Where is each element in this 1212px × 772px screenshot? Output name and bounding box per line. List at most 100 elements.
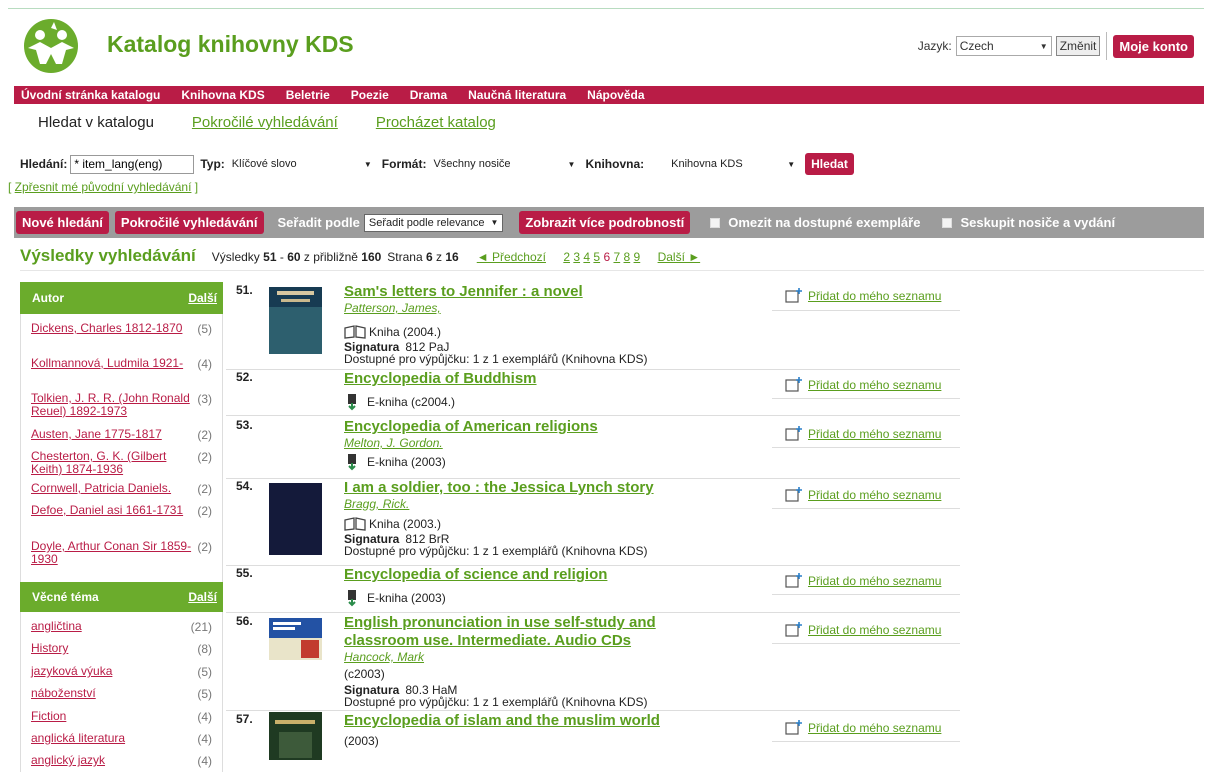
facet-item[interactable]: anglický jazyk (4) bbox=[21, 754, 222, 768]
change-language-button[interactable]: Změnit bbox=[1055, 36, 1101, 56]
facet-item[interactable]: Austen, Jane 1775-1817 (2) bbox=[21, 428, 222, 450]
new-search-button[interactable]: Nové hledání bbox=[16, 211, 109, 234]
next-page-link[interactable]: Další ► bbox=[658, 250, 701, 264]
page-link[interactable]: 4 bbox=[583, 250, 590, 264]
add-list-icon bbox=[785, 426, 802, 441]
tab-search-catalog[interactable]: Hledat v katalogu bbox=[38, 114, 154, 131]
nav-poetry[interactable]: Poezie bbox=[351, 88, 389, 102]
search-submit-button[interactable]: Hledat bbox=[805, 153, 854, 175]
facet-item[interactable]: Dickens, Charles 1812-1870 (5) bbox=[21, 322, 222, 357]
divider bbox=[20, 270, 1204, 271]
result-format: (c2003) bbox=[344, 667, 385, 681]
advanced-search-button[interactable]: Pokročilé vyhledávání bbox=[114, 211, 264, 234]
result-title[interactable]: Encyclopedia of science and religion bbox=[344, 566, 607, 584]
library-select[interactable]: Knihovna KDS ▼ bbox=[647, 155, 799, 174]
sort-value: Seřadit podle relevance bbox=[368, 216, 485, 229]
language-label: Jazyk: bbox=[917, 39, 952, 53]
result-title[interactable]: Encyclopedia of islam and the muslim wor… bbox=[344, 712, 660, 730]
chevron-down-icon: ▼ bbox=[363, 159, 372, 169]
nav-help[interactable]: Nápověda bbox=[587, 88, 644, 102]
library-value: Knihovna KDS bbox=[671, 158, 743, 170]
page-link[interactable]: 2 bbox=[563, 250, 570, 264]
result-author[interactable]: Hancock, Mark bbox=[344, 650, 656, 664]
result-title[interactable]: Encyclopedia of Buddhism bbox=[344, 370, 537, 388]
main-nav: Úvodní stránka katalogu Knihovna KDS Bel… bbox=[14, 86, 1204, 104]
header: Katalog knihovny KDS Jazyk: Czech ▼ Změn… bbox=[14, 14, 1204, 84]
facet-subject-more-link[interactable]: Další bbox=[188, 590, 217, 604]
prev-page-link[interactable]: ◄ Předchozí bbox=[477, 250, 546, 264]
sort-select[interactable]: Seřadit podle relevance ▼ bbox=[363, 213, 504, 232]
result-format: Kniha (2004.) bbox=[344, 325, 648, 339]
ebook-download-icon bbox=[348, 590, 356, 607]
result-author[interactable]: Melton, J. Gordon. bbox=[344, 436, 598, 450]
facet-item[interactable]: Tolkien, J. R. R. (John Ronald Reuel) 18… bbox=[21, 392, 222, 428]
nav-fiction[interactable]: Beletrie bbox=[286, 88, 330, 102]
results-toolbar: Nové hledání Pokročilé vyhledávání Seřad… bbox=[14, 207, 1204, 238]
search-input[interactable] bbox=[70, 154, 195, 174]
book-cover[interactable] bbox=[269, 618, 322, 660]
limit-available-checkbox[interactable] bbox=[710, 217, 721, 228]
book-cover[interactable] bbox=[269, 712, 322, 760]
result-title[interactable]: English pronunciation in use self-study … bbox=[344, 614, 656, 650]
add-to-list-link[interactable]: Přidat do mého seznamu bbox=[784, 425, 941, 441]
result-availability: Dostupné pro výpůjčku: 1 z 1 exemplářů (… bbox=[344, 352, 648, 366]
tab-browse-catalog[interactable]: Procházet katalog bbox=[376, 114, 496, 131]
type-select[interactable]: Klíčové slovo ▼ bbox=[228, 155, 376, 174]
library-logo[interactable] bbox=[20, 18, 82, 74]
add-list-icon bbox=[785, 377, 802, 392]
add-to-list-link[interactable]: Přidat do mého seznamu bbox=[784, 376, 941, 392]
more-details-button[interactable]: Zobrazit více podrobností bbox=[519, 211, 691, 234]
facet-item[interactable]: náboženství (5) bbox=[21, 687, 222, 710]
facet-item[interactable]: Cornwell, Patricia Daniels. (2) bbox=[21, 482, 222, 504]
site-title[interactable]: Katalog knihovny KDS bbox=[107, 31, 354, 58]
ebook-download-icon bbox=[348, 454, 356, 471]
page-link[interactable]: 5 bbox=[593, 250, 600, 264]
facet-item[interactable]: angličtina (21) bbox=[21, 620, 222, 642]
add-list-icon bbox=[785, 288, 802, 303]
result-title[interactable]: I am a soldier, too : the Jessica Lynch … bbox=[344, 479, 654, 497]
format-select[interactable]: Všechny nosiče ▼ bbox=[429, 155, 579, 174]
format-label: Formát: bbox=[381, 157, 427, 171]
add-to-list-link[interactable]: Přidat do mého seznamu bbox=[784, 621, 941, 637]
divider bbox=[1106, 32, 1108, 60]
search-form: Hledání: Typ: Klíčové slovo ▼ Formát: Vš… bbox=[20, 153, 854, 175]
facet-item[interactable]: Fiction (4) bbox=[21, 710, 222, 732]
refine-search-link[interactable]: Zpřesnit mé původní vyhledávání bbox=[15, 180, 192, 194]
result-author[interactable]: Patterson, James, bbox=[344, 301, 648, 315]
result-number: 52. bbox=[236, 370, 253, 384]
add-to-list-link[interactable]: Přidat do mého seznamu bbox=[784, 719, 941, 735]
language-select[interactable]: Czech ▼ bbox=[955, 36, 1052, 56]
page-link[interactable]: 9 bbox=[634, 250, 641, 264]
facet-item[interactable]: Defoe, Daniel asi 1661-1731 (2) bbox=[21, 504, 222, 540]
add-to-list-link[interactable]: Přidat do mého seznamu bbox=[784, 572, 941, 588]
page-link[interactable]: 7 bbox=[613, 250, 620, 264]
tab-advanced-search[interactable]: Pokročilé vyhledávání bbox=[192, 114, 338, 131]
nav-home[interactable]: Úvodní stránka katalogu bbox=[21, 88, 160, 102]
add-to-list-link[interactable]: Přidat do mého seznamu bbox=[784, 486, 941, 502]
add-to-list-link[interactable]: Přidat do mého seznamu bbox=[784, 287, 941, 303]
limit-available-label: Omezit na dostupné exempláře bbox=[728, 215, 921, 230]
group-formats-checkbox[interactable] bbox=[942, 217, 953, 228]
facet-item[interactable]: History (8) bbox=[21, 642, 222, 665]
facet-item[interactable]: anglická literatura (4) bbox=[21, 732, 222, 754]
result-title[interactable]: Sam's letters to Jennifer : a novel bbox=[344, 283, 648, 301]
facet-item[interactable]: Kollmannová, Ludmila 1921- (4) bbox=[21, 357, 222, 392]
result-title[interactable]: Encyclopedia of American religions bbox=[344, 418, 598, 436]
nav-drama[interactable]: Drama bbox=[410, 88, 447, 102]
book-cover[interactable] bbox=[269, 483, 322, 555]
facet-item[interactable]: Chesterton, G. K. (Gilbert Keith) 1874-1… bbox=[21, 450, 222, 482]
book-cover[interactable] bbox=[269, 287, 322, 354]
add-list-icon bbox=[785, 720, 802, 735]
page-link[interactable]: 8 bbox=[624, 250, 631, 264]
my-account-button[interactable]: Moje konto bbox=[1113, 34, 1194, 58]
facet-author-more-link[interactable]: Další bbox=[188, 291, 217, 305]
facet-item[interactable]: jazyková výuka (5) bbox=[21, 665, 222, 687]
result-availability: Dostupné pro výpůjčku: 1 z 1 exemplářů (… bbox=[344, 695, 648, 709]
nav-nonfiction[interactable]: Naučná literatura bbox=[468, 88, 566, 102]
result-author[interactable]: Bragg, Rick. bbox=[344, 497, 654, 511]
query-label: Hledání: bbox=[20, 157, 68, 171]
nav-library-kds[interactable]: Knihovna KDS bbox=[181, 88, 264, 102]
facet-item[interactable]: Doyle, Arthur Conan Sir 1859-1930 (2) bbox=[21, 540, 222, 570]
page-link[interactable]: 3 bbox=[573, 250, 580, 264]
divider bbox=[772, 310, 960, 311]
